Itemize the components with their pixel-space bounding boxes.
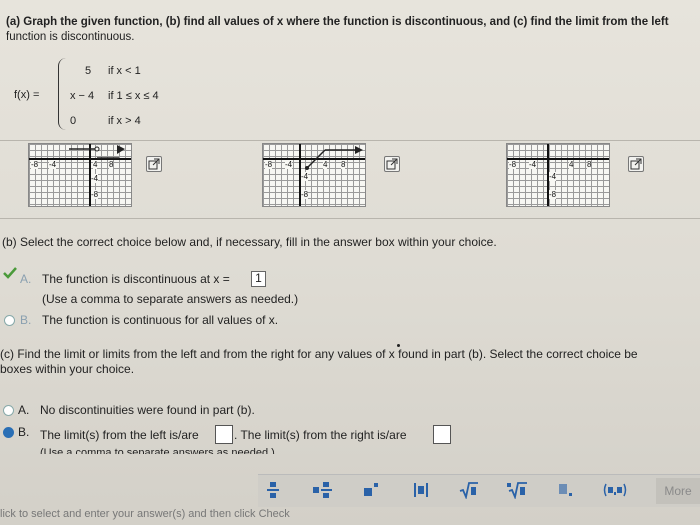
tick-label: -4 xyxy=(549,172,557,181)
enlarge-graph-1-icon[interactable] xyxy=(146,156,162,172)
exponent-icon[interactable] xyxy=(358,481,384,501)
tick-label: -4 xyxy=(529,160,537,169)
tick-label: -8 xyxy=(549,190,557,199)
part-c-prompt-line-1: (c) Find the limit or limits from the le… xyxy=(0,347,638,361)
x-axis xyxy=(507,158,609,160)
part-c-choice-b-text-2: . The limit(s) from the right is/are xyxy=(234,428,407,442)
footer-instruction: lick to select and enter your answer(s) … xyxy=(0,508,290,520)
piece-1-value: 5 xyxy=(85,65,92,77)
part-c-choice-a-letter: A. xyxy=(18,403,30,417)
part-b-choice-b-letter: B. xyxy=(20,313,32,327)
part-c-choice-b-letter: B. xyxy=(18,425,30,439)
discontinuity-answer-box[interactable]: 1 xyxy=(251,271,266,287)
part-c-prompt-line-2: boxes within your choice. xyxy=(0,362,135,376)
part-b-prompt: (b) Select the correct choice below and,… xyxy=(2,235,497,249)
math-toolbar: More xyxy=(258,474,700,507)
piece-3-value: 0 xyxy=(70,115,77,127)
piece-3-condition: if x > 4 xyxy=(108,115,141,127)
part-c-choice-b-hint: (Use a comma to separate answers as need… xyxy=(40,447,275,454)
divider xyxy=(0,140,700,141)
part-b-choice-b-radio[interactable] xyxy=(4,315,15,326)
enlarge-graph-3-icon[interactable] xyxy=(628,156,644,172)
part-b-choice-a-hint: (Use a comma to separate answers as need… xyxy=(42,292,299,306)
decimal-icon[interactable] xyxy=(552,481,578,501)
part-c-choice-b-text-1: The limit(s) from the left is/are xyxy=(40,428,199,442)
tick-label: 8 xyxy=(587,160,592,169)
enlarge-graph-2-icon[interactable] xyxy=(384,156,400,172)
graph-choice-3[interactable]: -8 -4 4 8 -4 -8 xyxy=(506,143,610,207)
graph-choice-2[interactable]: -8 -4 4 8 -4 -8 xyxy=(262,143,366,207)
part-c-choice-b-radio[interactable] xyxy=(3,427,14,438)
piece-2-condition: if 1 ≤ x ≤ 4 xyxy=(108,90,159,102)
graph-2-plot xyxy=(305,146,363,170)
right-limit-input[interactable] xyxy=(433,425,451,444)
tick-label: 4 xyxy=(569,160,574,169)
function-brace xyxy=(58,58,69,130)
part-c-choice-a-radio[interactable] xyxy=(3,405,14,416)
square-root-icon[interactable] xyxy=(456,481,482,501)
part-c-choice-a-text: No discontinuities were found in part (b… xyxy=(40,403,255,417)
part-b-choice-a-text: The function is discontinuous at x = xyxy=(42,272,230,286)
graph-1-plot xyxy=(69,145,125,159)
fraction-icon[interactable] xyxy=(260,481,286,501)
part-b-choice-b-text: The function is continuous for all value… xyxy=(42,313,279,327)
more-button[interactable]: More xyxy=(656,478,700,504)
absolute-value-icon[interactable] xyxy=(408,481,434,501)
correct-check-icon xyxy=(3,267,17,279)
question-line-2: function is discontinuous. xyxy=(6,31,135,43)
piece-2-value: x − 4 xyxy=(70,90,95,102)
screen: (a) Graph the given function, (b) find a… xyxy=(0,0,700,525)
nth-root-icon[interactable] xyxy=(504,481,530,501)
tick-label: -8 xyxy=(509,160,517,169)
function-lhs: f(x) = xyxy=(14,89,40,101)
question-line-1: (a) Graph the given function, (b) find a… xyxy=(6,16,669,28)
left-limit-input[interactable] xyxy=(215,425,233,444)
mixed-number-icon[interactable] xyxy=(310,481,336,501)
divider xyxy=(0,218,700,219)
piece-1-condition: if x < 1 xyxy=(108,65,141,77)
graph-choice-1[interactable]: -8 -4 4 8 -4 -8 xyxy=(28,143,132,207)
ordered-pair-icon[interactable] xyxy=(602,481,628,501)
part-b-choice-a-letter: A. xyxy=(20,272,32,286)
